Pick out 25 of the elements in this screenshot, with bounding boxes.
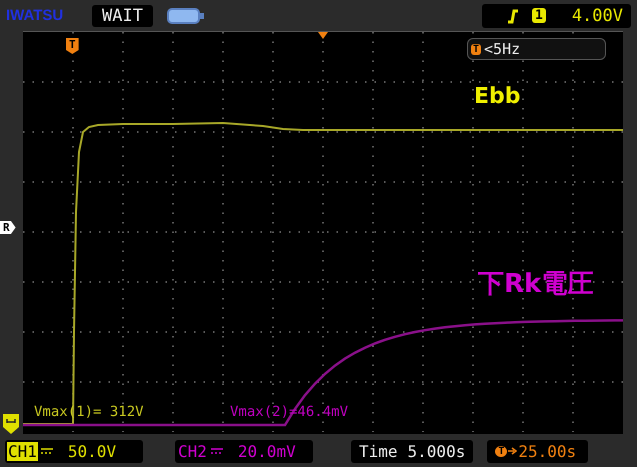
- timebase-label: Time: [359, 442, 398, 460]
- battery-icon: [166, 6, 205, 24]
- delay-value: 25.00s: [518, 442, 576, 460]
- channel-label: CH1: [7, 442, 38, 460]
- trigger-marker: T: [66, 38, 79, 54]
- channel-volts: 20.0mV: [238, 442, 296, 460]
- timebase-value: 5.000s: [408, 442, 466, 460]
- arrow-icon: [508, 447, 518, 455]
- channel-label: CH2: [177, 442, 208, 460]
- run-status: WAIT: [92, 4, 153, 26]
- trigger-position-icon: [318, 32, 328, 39]
- reference-marker: R: [0, 221, 16, 234]
- rising-edge-icon: [506, 8, 520, 24]
- channel-volts: 50.0V: [68, 442, 116, 460]
- brand-logo: IWATSU: [6, 7, 64, 24]
- trigger-icon: T: [471, 44, 482, 54]
- dc-coupling-icon: [40, 446, 54, 456]
- trigger-source: 1: [532, 8, 546, 23]
- trigger-icon: T: [495, 446, 508, 456]
- trace-label: 下Rk電圧: [478, 268, 594, 301]
- trigger-level: 4.00V: [572, 6, 623, 26]
- trace-label: Ebb: [474, 84, 521, 109]
- dc-coupling-icon: [210, 446, 224, 456]
- frequency-value: <5Hz: [484, 40, 520, 58]
- ground-marker-icon: [3, 414, 19, 434]
